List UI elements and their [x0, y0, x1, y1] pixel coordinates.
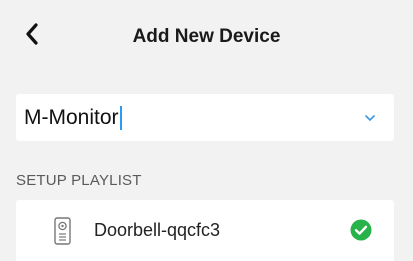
chevron-down-icon[interactable] — [364, 111, 376, 123]
playlist-item-doorbell[interactable]: Doorbell-qqcfc3 — [16, 200, 394, 261]
text-caret — [119, 105, 122, 130]
header: Add New Device — [0, 0, 413, 78]
device-select-value-wrap: M-Monitor — [24, 105, 122, 130]
doorbell-icon — [54, 217, 71, 245]
check-circle-icon — [350, 219, 372, 241]
page-title: Add New Device — [132, 26, 281, 47]
setup-playlist-label: SETUP PLAYLIST — [16, 172, 142, 189]
playlist-item-label: Doorbell-qqcfc3 — [94, 220, 221, 240]
device-select[interactable]: M-Monitor — [16, 94, 394, 141]
device-select-value: M-Monitor — [24, 105, 119, 129]
